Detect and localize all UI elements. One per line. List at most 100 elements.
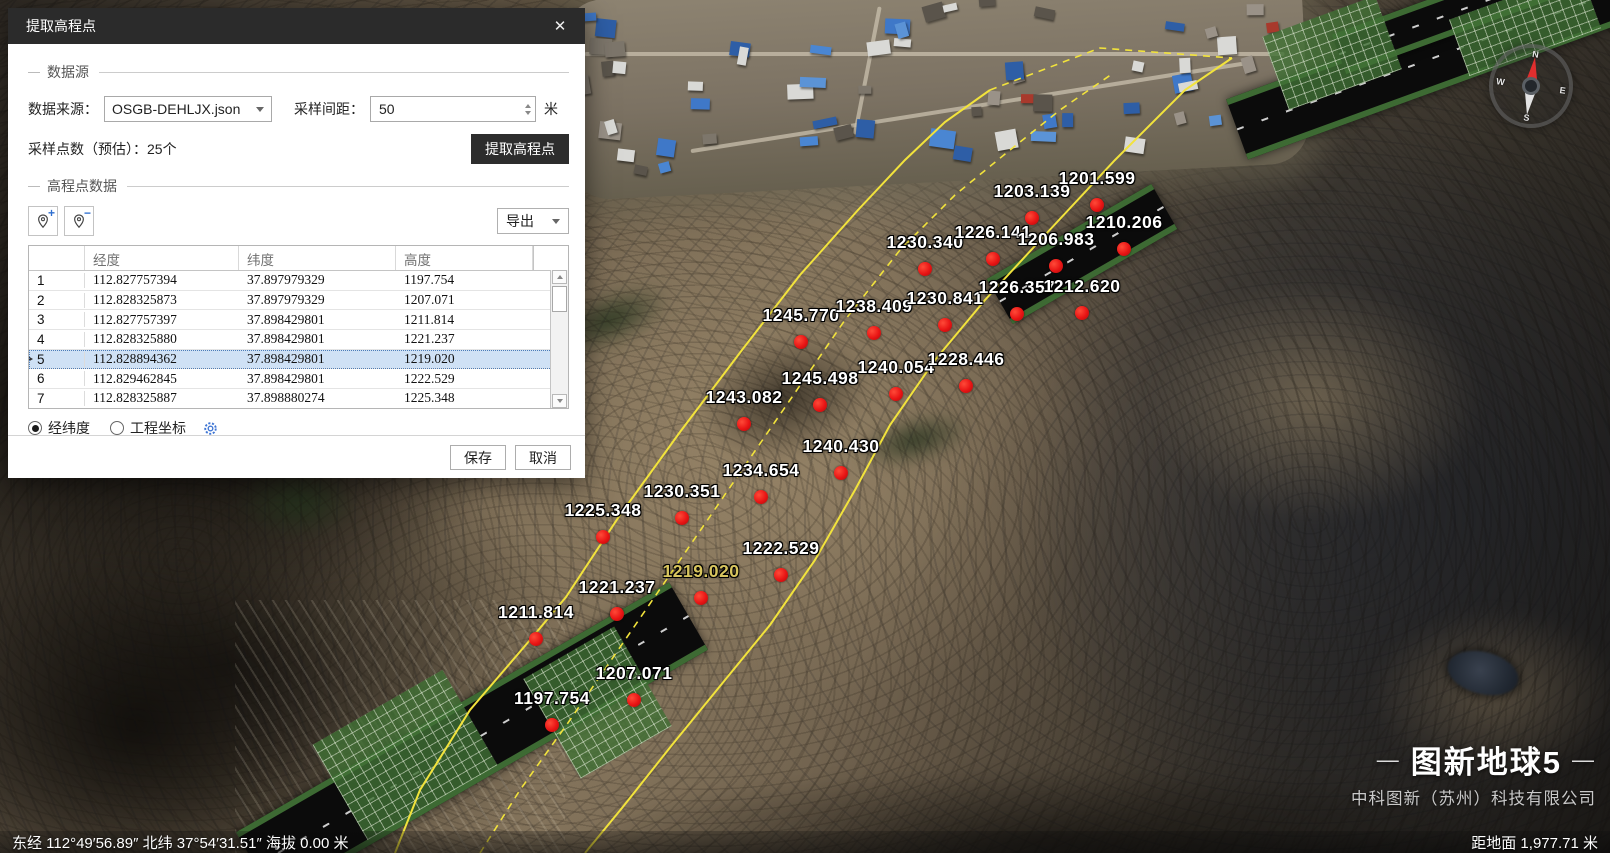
- interval-input[interactable]: 50: [370, 96, 536, 122]
- latitude-header: 纬度: [239, 246, 396, 270]
- table-row[interactable]: 3112.82775739737.8984298011211.814: [29, 310, 568, 330]
- table-row[interactable]: 5112.82889436237.8984298011219.020: [29, 350, 568, 370]
- interval-value: 50: [379, 101, 395, 117]
- row-number-cell: 7: [29, 391, 85, 406]
- row-number-cell: 3: [29, 312, 85, 327]
- estimate-text: 采样点数（预估）：25个: [28, 139, 177, 159]
- compass-east-label: E: [1559, 85, 1566, 96]
- longitude-header: 经度: [85, 246, 239, 270]
- table-row[interactable]: 7112.82832588737.8988802741225.348: [29, 389, 568, 409]
- compass[interactable]: N E S W: [1489, 44, 1573, 128]
- elevation-point-label: 1230.351: [644, 481, 721, 502]
- section-header-datasource: 数据源: [28, 62, 569, 82]
- spinner-down-icon[interactable]: [525, 111, 531, 115]
- add-point-button[interactable]: +: [28, 206, 58, 236]
- latitude-cell: 37.897979329: [239, 272, 396, 288]
- save-button[interactable]: 保存: [450, 445, 506, 470]
- elevation-point-dot[interactable]: [834, 466, 848, 480]
- elevation-point-dot[interactable]: [813, 398, 827, 412]
- altitude-cell: 1222.529: [396, 371, 547, 387]
- export-select[interactable]: 导出: [497, 208, 569, 234]
- table-scrollbar[interactable]: [550, 270, 568, 408]
- elevation-point-dot[interactable]: [754, 490, 768, 504]
- elevation-point-dot[interactable]: [774, 568, 788, 582]
- latitude-cell: 37.898429801: [239, 351, 396, 367]
- table-row[interactable]: 6112.82946284537.8984298011222.529: [29, 369, 568, 389]
- elevation-point-dot[interactable]: [959, 379, 973, 393]
- current-row-marker-icon: [29, 356, 33, 362]
- elevation-point-dot[interactable]: [675, 511, 689, 525]
- row-number-header: [29, 246, 85, 270]
- longitude-cell: 112.829462845: [85, 371, 239, 387]
- scroll-up-icon[interactable]: [552, 270, 567, 284]
- elevation-point-label: 1243.082: [706, 387, 783, 408]
- source-label: 数据来源：: [28, 99, 98, 119]
- minus-icon: −: [84, 207, 91, 219]
- remove-point-button[interactable]: −: [64, 206, 94, 236]
- elevation-table-body: 1112.82775739437.8979793291197.7542112.8…: [29, 271, 568, 409]
- row-number-cell: 2: [29, 293, 85, 308]
- gear-icon[interactable]: [202, 420, 219, 437]
- elevation-point-dot[interactable]: [1049, 259, 1063, 273]
- table-row[interactable]: 4112.82832588037.8984298011221.237: [29, 330, 568, 350]
- elevation-point-dot[interactable]: [529, 632, 543, 646]
- extract-elevation-dialog: 提取高程点 ✕ 数据源 数据来源： OSGB-DEHLJX.json 采样间距：…: [8, 8, 585, 478]
- latitude-cell: 37.898429801: [239, 371, 396, 387]
- elevation-point-dot[interactable]: [545, 718, 559, 732]
- section-header-points: 高程点数据: [28, 176, 569, 196]
- elevation-point-dot[interactable]: [889, 387, 903, 401]
- elevation-point-label: 1240.430: [803, 436, 880, 457]
- logo-dash-left: —: [1377, 747, 1401, 773]
- cancel-button[interactable]: 取消: [515, 445, 571, 470]
- elevation-point-dot[interactable]: [1010, 307, 1024, 321]
- extract-elevation-button[interactable]: 提取高程点: [471, 134, 569, 164]
- header-corner-cell: [533, 246, 550, 270]
- elevation-point-dot[interactable]: [610, 607, 624, 621]
- row-number-cell: 4: [29, 332, 85, 347]
- elevation-point-label: 1240.054: [858, 357, 935, 378]
- elevation-point-dot[interactable]: [986, 252, 1000, 266]
- table-row[interactable]: 2112.82832587337.8979793291207.071: [29, 291, 568, 311]
- elevation-point-dot[interactable]: [627, 693, 641, 707]
- elevation-point-label: 1219.020: [663, 561, 740, 582]
- elevation-point-dot[interactable]: [1025, 211, 1039, 225]
- spinner-up-icon[interactable]: [525, 104, 531, 108]
- elevation-point-label: 1228.446: [928, 349, 1005, 370]
- elevation-point-dot[interactable]: [596, 530, 610, 544]
- chevron-down-icon: [552, 219, 560, 224]
- elevation-point-dot[interactable]: [794, 335, 808, 349]
- latitude-cell: 37.898880274: [239, 390, 396, 406]
- elevation-point-dot[interactable]: [1117, 242, 1131, 256]
- longitude-cell: 112.828325887: [85, 390, 239, 406]
- longitude-cell: 112.827757394: [85, 272, 239, 288]
- altitude-cell: 1211.814: [396, 312, 547, 328]
- elevation-point-dot[interactable]: [1090, 198, 1104, 212]
- interval-label: 采样间距：: [294, 99, 364, 119]
- scroll-down-icon[interactable]: [552, 394, 567, 408]
- close-icon[interactable]: ✕: [547, 13, 573, 39]
- elevation-point-label: 1221.237: [579, 577, 656, 598]
- compass-rose: N E S W: [1488, 43, 1574, 129]
- elevation-point-label: 1245.498: [782, 368, 859, 389]
- altitude-cell: 1225.348: [396, 390, 547, 406]
- project-coord-radio[interactable]: [110, 421, 124, 435]
- longitude-cell: 112.828325873: [85, 292, 239, 308]
- elevation-point-dot[interactable]: [694, 591, 708, 605]
- elevation-point-dot[interactable]: [737, 417, 751, 431]
- longitude-cell: 112.828325880: [85, 331, 239, 347]
- table-header-row: 经度 纬度 高度: [29, 246, 568, 271]
- camera-altitude: 距地面 1,977.71 米: [1471, 832, 1598, 853]
- source-select[interactable]: OSGB-DEHLJX.json: [104, 96, 272, 122]
- status-bar: 东经 112°49′56.89″ 北纬 37°54′31.51″ 海拔 0.00…: [0, 831, 1610, 853]
- scrollbar-thumb[interactable]: [552, 286, 567, 312]
- elevation-point-dot[interactable]: [867, 326, 881, 340]
- app-logo: 图新地球5: [1411, 737, 1562, 782]
- elevation-point-dot[interactable]: [938, 318, 952, 332]
- row-number-cell: 6: [29, 371, 85, 386]
- elevation-point-dot[interactable]: [918, 262, 932, 276]
- elevation-point-dot[interactable]: [1075, 306, 1089, 320]
- longitude-cell: 112.828894362: [85, 351, 239, 367]
- table-row[interactable]: 1112.82775739437.8979793291197.754: [29, 271, 568, 291]
- dialog-titlebar[interactable]: 提取高程点 ✕: [8, 8, 585, 44]
- latlon-radio[interactable]: [28, 421, 42, 435]
